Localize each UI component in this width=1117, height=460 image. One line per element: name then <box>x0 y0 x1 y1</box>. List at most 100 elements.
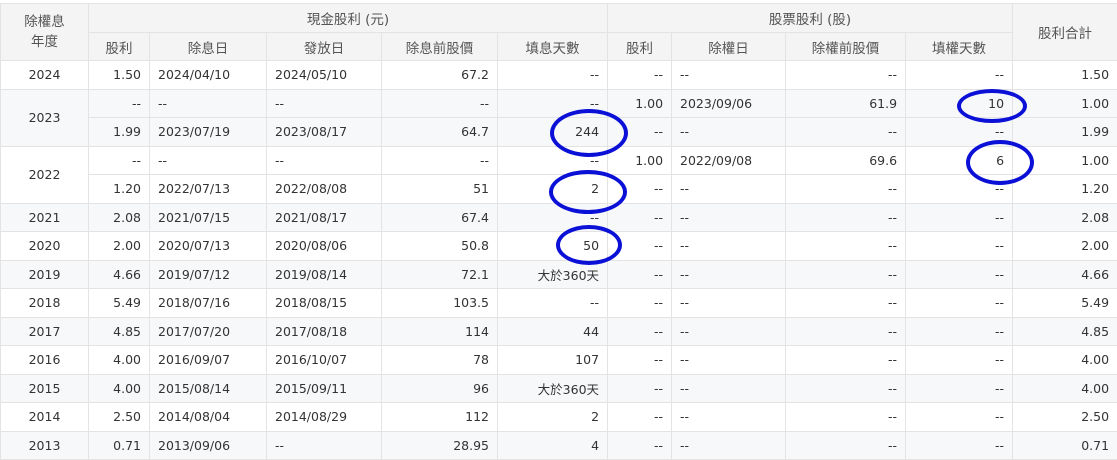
table-cell: 44 <box>498 317 608 346</box>
year-cell: 2014 <box>1 403 89 432</box>
table-cell: -- <box>906 61 1013 90</box>
table-cell: 67.4 <box>382 203 498 232</box>
table-cell: -- <box>786 403 906 432</box>
table-cell: 2019/07/12 <box>150 260 267 289</box>
table-cell: -- <box>906 431 1013 460</box>
table-cell: -- <box>498 146 608 175</box>
table-cell: -- <box>498 89 608 118</box>
table-cell: -- <box>382 89 498 118</box>
table-cell: 4 <box>498 431 608 460</box>
dividend-table: 除權息 年度 現金股利 (元) 股票股利 (股) 股利合計 股利 除息日 發放日… <box>0 3 1117 460</box>
table-cell: -- <box>786 203 906 232</box>
year-cell: 2020 <box>1 232 89 261</box>
table-cell: -- <box>608 374 672 403</box>
table-cell: 4.85 <box>89 317 150 346</box>
table-cell: -- <box>89 146 150 175</box>
table-cell: 4.66 <box>89 260 150 289</box>
table-cell: 2018/08/15 <box>267 289 382 318</box>
year-cell: 2018 <box>1 289 89 318</box>
table-row: 20130.712013/09/06--28.954--------0.71 <box>1 431 1117 460</box>
table-cell: 2022/09/08 <box>672 146 786 175</box>
header-pre-ex-rights-price: 除權前股價 <box>786 33 906 61</box>
table-cell: 4.00 <box>89 346 150 375</box>
table-cell: 2019/08/14 <box>267 260 382 289</box>
table-cell: -- <box>786 232 906 261</box>
table-cell: 2 <box>498 175 608 204</box>
table-cell: -- <box>786 317 906 346</box>
table-cell: -- <box>906 374 1013 403</box>
table-row: 20154.002015/08/142015/09/1196大於360天----… <box>1 374 1117 403</box>
table-cell: 2023/07/19 <box>150 118 267 147</box>
table-cell: -- <box>608 203 672 232</box>
table-cell: -- <box>672 118 786 147</box>
table-cell: 4.00 <box>1013 374 1117 403</box>
table-cell: 2022/07/13 <box>150 175 267 204</box>
table-cell: -- <box>608 118 672 147</box>
table-cell: 2018/07/16 <box>150 289 267 318</box>
table-cell: -- <box>498 289 608 318</box>
year-cell: 2016 <box>1 346 89 375</box>
table-cell: -- <box>267 431 382 460</box>
table-cell: 2024/04/10 <box>150 61 267 90</box>
table-cell: 2017/07/20 <box>150 317 267 346</box>
table-cell: 50 <box>498 232 608 261</box>
table-cell: 2022/08/08 <box>267 175 382 204</box>
table-cell: -- <box>672 203 786 232</box>
year-cell: 2022 <box>1 146 89 203</box>
table-row: 20194.662019/07/122019/08/1472.1大於360天--… <box>1 260 1117 289</box>
header-fill-dividend-days: 填息天數 <box>498 33 608 61</box>
year-cell: 2017 <box>1 317 89 346</box>
table-cell: -- <box>786 61 906 90</box>
table-cell: 244 <box>498 118 608 147</box>
table-cell: 5.49 <box>1013 289 1117 318</box>
table-cell: 72.1 <box>382 260 498 289</box>
table-cell: -- <box>906 317 1013 346</box>
table-cell: 2015/08/14 <box>150 374 267 403</box>
table-row: 20202.002020/07/132020/08/0650.850------… <box>1 232 1117 261</box>
table-cell: 1.00 <box>608 89 672 118</box>
header-cash-dividend-amount: 股利 <box>89 33 150 61</box>
header-stock-dividend: 股票股利 (股) <box>608 4 1013 33</box>
table-cell: -- <box>672 374 786 403</box>
table-cell: -- <box>672 61 786 90</box>
table-cell: 2020/08/06 <box>267 232 382 261</box>
table-cell: 107 <box>498 346 608 375</box>
header-year: 除權息 年度 <box>1 4 89 61</box>
table-cell: -- <box>672 232 786 261</box>
table-cell: -- <box>498 61 608 90</box>
table-cell: 2014/08/04 <box>150 403 267 432</box>
table-cell: -- <box>906 289 1013 318</box>
table-cell: 大於360天 <box>498 374 608 403</box>
table-cell: 1.20 <box>1013 175 1117 204</box>
table-cell: -- <box>786 289 906 318</box>
table-cell: 4.85 <box>1013 317 1117 346</box>
table-cell: -- <box>906 346 1013 375</box>
table-cell: 1.00 <box>1013 89 1117 118</box>
table-cell: 2016/10/07 <box>267 346 382 375</box>
table-cell: 2016/09/07 <box>150 346 267 375</box>
table-cell: -- <box>786 346 906 375</box>
table-cell: 2.00 <box>89 232 150 261</box>
table-cell: 2.08 <box>89 203 150 232</box>
header-fill-rights-days: 填權天數 <box>906 33 1013 61</box>
year-cell: 2019 <box>1 260 89 289</box>
table-cell: 2017/08/18 <box>267 317 382 346</box>
table-cell: 4.00 <box>89 374 150 403</box>
table-row: 20241.502024/04/102024/05/1067.2--------… <box>1 61 1117 90</box>
table-cell: 2.08 <box>1013 203 1117 232</box>
table-cell: 114 <box>382 317 498 346</box>
table-cell: -- <box>672 317 786 346</box>
table-cell: -- <box>786 260 906 289</box>
table-cell: -- <box>906 232 1013 261</box>
table-cell: 1.00 <box>608 146 672 175</box>
table-cell: 2.00 <box>1013 232 1117 261</box>
table-cell: 2.50 <box>89 403 150 432</box>
table-cell: -- <box>672 260 786 289</box>
table-cell: 2.50 <box>1013 403 1117 432</box>
table-cell: -- <box>608 260 672 289</box>
table-cell: 4.66 <box>1013 260 1117 289</box>
table-cell: -- <box>786 175 906 204</box>
table-cell: -- <box>608 431 672 460</box>
table-cell: 64.7 <box>382 118 498 147</box>
year-cell: 2021 <box>1 203 89 232</box>
